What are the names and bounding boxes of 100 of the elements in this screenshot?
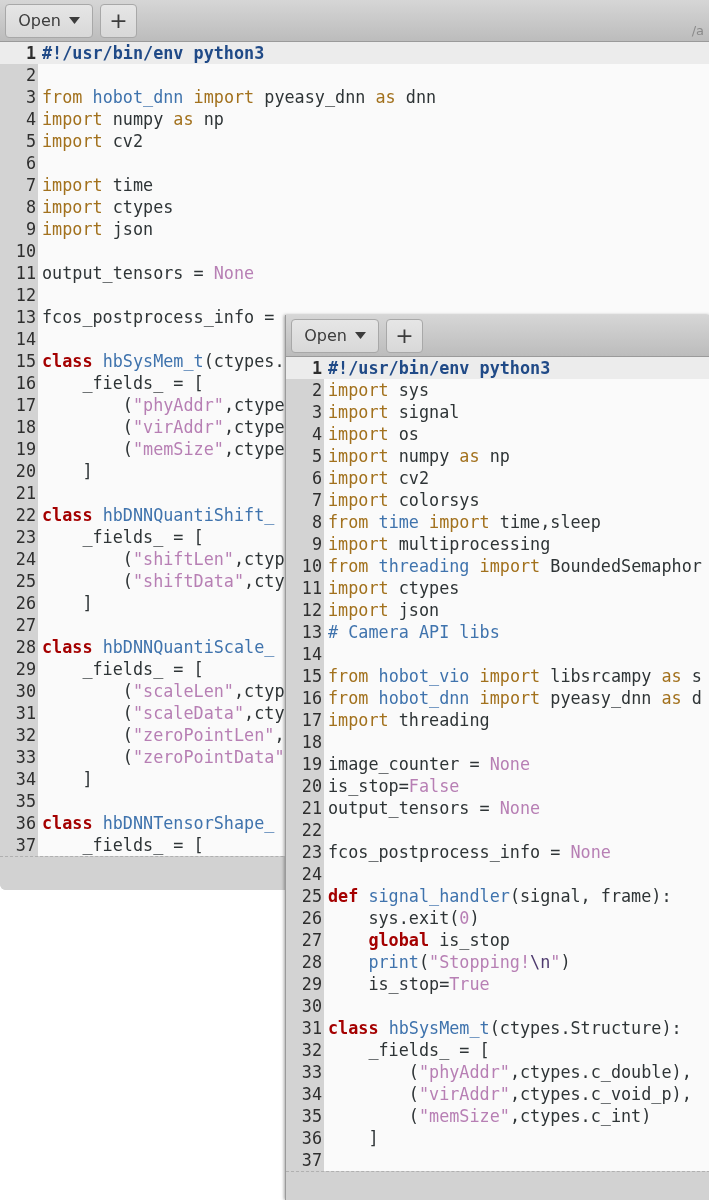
line-number: 21 <box>286 797 324 819</box>
code-line: _fields_ = [ <box>81 526 204 548</box>
line-number: 3 <box>0 86 38 108</box>
line-number: 30 <box>286 995 324 1017</box>
line-number: 21 <box>0 482 38 504</box>
code-line: _fields_ = [ <box>367 1039 490 1061</box>
new-tab-button[interactable]: + <box>100 3 137 38</box>
code-line: class hbSysMem_t(ctypes. <box>42 350 285 372</box>
line-number: 16 <box>286 687 324 709</box>
code-line: import signal <box>328 401 460 423</box>
line-number: 9 <box>0 218 38 240</box>
line-number: 37 <box>0 834 38 856</box>
code-line: import cv2 <box>328 467 430 489</box>
code-line: fcos_postprocess_info = None <box>328 841 611 863</box>
line-number: 22 <box>286 819 324 841</box>
line-number: 18 <box>0 416 38 438</box>
code-line: from hobot_dnn import pyeasy_dnn as d <box>328 687 702 709</box>
line-number: 19 <box>286 753 324 775</box>
code-line: import sys <box>328 379 430 401</box>
code-line: is_stop=False <box>328 775 460 797</box>
code-line: class hbDNNQuantiShift_ <box>42 504 275 526</box>
line-number: 16 <box>0 372 38 394</box>
line-number: 5 <box>0 130 38 152</box>
line-number: 2 <box>286 379 324 401</box>
code-line: ("shiftData",cty <box>121 570 285 592</box>
code-line: ("phyAddr",ctypes.c_double), <box>407 1061 692 1083</box>
line-number: 35 <box>0 790 38 812</box>
code-line: import cv2 <box>42 130 144 152</box>
code-line: import threading <box>328 709 490 731</box>
line-number: 30 <box>0 680 38 702</box>
code-line: ("zeroPointData" <box>121 746 285 768</box>
code-line: import multiprocessing <box>328 533 551 555</box>
line-number: 31 <box>0 702 38 724</box>
line-number: 27 <box>0 614 38 636</box>
code-line: class hbDNNQuantiScale_ <box>42 636 275 658</box>
code-line: import ctypes <box>328 577 460 599</box>
line-number: 34 <box>286 1083 324 1105</box>
line-number: 31 <box>286 1017 324 1039</box>
code-line: ("phyAddr",ctype <box>121 394 285 416</box>
line-number: 34 <box>0 768 38 790</box>
caret-icon <box>354 332 366 339</box>
code-line: fcos_postprocess_info = <box>42 306 275 328</box>
code-line: class hbDNNTensorShape_ <box>42 812 275 834</box>
code-line: ("scaleData",cty <box>121 702 285 724</box>
code-line: global is_stop <box>367 929 510 951</box>
code-line: ] <box>81 460 93 482</box>
open-button[interactable]: Open <box>5 3 93 38</box>
line-number: 36 <box>286 1127 324 1149</box>
code-line: ("shiftLen",ctyp <box>121 548 285 570</box>
line-number: 8 <box>0 196 38 218</box>
line-number: 12 <box>0 284 38 306</box>
line-number: 29 <box>0 658 38 680</box>
line-number: 23 <box>286 841 324 863</box>
code-line: import os <box>328 423 419 445</box>
open-button[interactable]: Open <box>291 318 379 353</box>
line-number: 35 <box>286 1105 324 1127</box>
line-number: 29 <box>286 973 324 995</box>
line-number: 2 <box>0 64 38 86</box>
code-line: ("memSize",ctypes.c_int) <box>407 1105 652 1127</box>
line-number: 32 <box>286 1039 324 1061</box>
code-line: from threading import BoundedSemaphor <box>328 555 702 577</box>
code-line: #!/usr/bin/env python3 <box>328 357 551 379</box>
line-number: 22 <box>0 504 38 526</box>
line-number: 6 <box>286 467 324 489</box>
line-number: 6 <box>0 152 38 174</box>
line-number: 15 <box>286 665 324 687</box>
line-number: 26 <box>0 592 38 614</box>
code-line: _fields_ = [ <box>81 658 204 680</box>
line-number: 7 <box>0 174 38 196</box>
code-line: def signal_handler(signal, frame): <box>328 885 672 907</box>
line-number: 4 <box>286 423 324 445</box>
line-number: 14 <box>0 328 38 350</box>
line-number: 12 <box>286 599 324 621</box>
line-number: 7 <box>286 489 324 511</box>
code-line: output_tensors = None <box>328 797 541 819</box>
line-number: 24 <box>0 548 38 570</box>
code-line: class hbSysMem_t(ctypes.Structure): <box>328 1017 682 1039</box>
line-number: 11 <box>286 577 324 599</box>
code-line: #!/usr/bin/env python3 <box>42 42 265 64</box>
code-line: import json <box>42 218 154 240</box>
code-line: import numpy as np <box>42 108 224 130</box>
code-line: ("zeroPointLen", <box>121 724 285 746</box>
line-number: 28 <box>0 636 38 658</box>
code-line: ("memSize",ctype <box>121 438 285 460</box>
code-line: print("Stopping!\n") <box>367 951 571 973</box>
new-tab-button[interactable]: + <box>386 318 423 353</box>
line-number: 37 <box>286 1149 324 1171</box>
line-number: 25 <box>286 885 324 907</box>
line-number: 28 <box>286 951 324 973</box>
code-line: ("scaleLen",ctyp <box>121 680 285 702</box>
line-number: 27 <box>286 929 324 951</box>
line-number: 32 <box>0 724 38 746</box>
line-number: 9 <box>286 533 324 555</box>
code-line: sys.exit(0) <box>367 907 480 929</box>
line-number: 13 <box>286 621 324 643</box>
caret-icon <box>68 17 80 24</box>
line-number: 13 <box>0 306 38 328</box>
code-line: from hobot_dnn import pyeasy_dnn as dnn <box>42 86 437 108</box>
line-number: 11 <box>0 262 38 284</box>
line-number: 26 <box>286 907 324 929</box>
